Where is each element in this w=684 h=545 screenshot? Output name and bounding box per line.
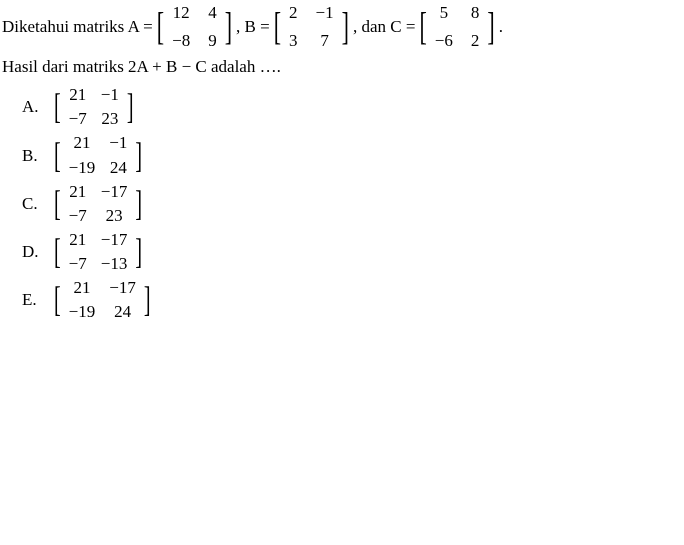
cell: −7 <box>69 253 87 275</box>
content: Diketahui matriks A = [ 12 4 −8 9 ] , B … <box>0 0 684 323</box>
cell: 24 <box>109 301 136 323</box>
option-matrix-cells: 21 −17 −19 24 <box>63 277 142 323</box>
cell: −19 <box>69 301 96 323</box>
left-bracket-icon: [ <box>272 1 283 52</box>
cell: −17 <box>101 229 128 251</box>
left-bracket-icon: [ <box>155 1 166 52</box>
option-row: E.[21 −17 −19 24] <box>22 277 682 323</box>
left-bracket-icon: [ <box>52 229 63 276</box>
option-matrix: [21 −1 −7 23] <box>52 84 136 130</box>
left-bracket-icon: [ <box>52 132 63 179</box>
left-bracket-icon: [ <box>52 180 63 227</box>
prompt-prefix: Diketahui matriks A = <box>2 16 153 38</box>
cell: 21 <box>69 277 96 299</box>
cell: 5 <box>435 2 453 24</box>
option-matrix-cells: 21 −17 −7 23 <box>63 181 134 227</box>
option-label: B. <box>22 145 50 167</box>
option-row: D.[21 −17 −7 −13] <box>22 229 682 275</box>
cell: −7 <box>69 108 87 130</box>
cell: 23 <box>101 205 128 227</box>
right-bracket-icon: ] <box>142 277 153 324</box>
right-bracket-icon: ] <box>223 1 234 52</box>
option-label: C. <box>22 193 50 215</box>
matrix-B-cells: 2 −1 3 7 <box>283 2 340 52</box>
cell: 21 <box>69 229 87 251</box>
option-matrix: [21 −17 −7 23] <box>52 181 144 227</box>
right-bracket-icon: ] <box>485 1 496 52</box>
left-bracket-icon: [ <box>52 84 63 131</box>
cell: −19 <box>69 157 96 179</box>
cell: 23 <box>101 108 119 130</box>
cell: −1 <box>109 132 127 154</box>
cell: 2 <box>471 30 480 52</box>
options-list: A.[21−1−723]B.[21−1−1924]C.[21−17−723]D.… <box>2 84 682 323</box>
page: Diketahui matriks A = [ 12 4 −8 9 ] , B … <box>0 0 684 545</box>
prompt-suffix: . <box>499 16 503 38</box>
cell: 24 <box>109 157 127 179</box>
cell: −7 <box>69 205 87 227</box>
cell: −8 <box>172 30 190 52</box>
matrix-C-cells: 5 8 −6 2 <box>429 2 486 52</box>
cell: 4 <box>208 2 217 24</box>
option-label: E. <box>22 289 50 311</box>
option-row: A.[21 −1 −7 23] <box>22 84 682 130</box>
cell: 2 <box>289 2 298 24</box>
matrix-A-cells: 12 4 −8 9 <box>166 2 223 52</box>
right-bracket-icon: ] <box>340 1 351 52</box>
cell: −6 <box>435 30 453 52</box>
question-line: Hasil dari matriks 2A + B − C adalah …. <box>2 56 682 78</box>
right-bracket-icon: ] <box>133 229 144 276</box>
right-bracket-icon: ] <box>133 132 144 179</box>
option-matrix: [21 −17 −7 −13] <box>52 229 144 275</box>
right-bracket-icon: ] <box>125 84 136 131</box>
option-label: A. <box>22 96 50 118</box>
matrix-A: [ 12 4 −8 9 ] <box>155 2 234 52</box>
cell: −1 <box>101 84 119 106</box>
option-row: C.[21 −17 −7 23] <box>22 181 682 227</box>
cell: 8 <box>471 2 480 24</box>
cell: −1 <box>316 2 334 24</box>
cell: 21 <box>69 132 96 154</box>
matrix-B: [ 2 −1 3 7 ] <box>272 2 351 52</box>
prompt-mid1: , B = <box>236 16 270 38</box>
option-matrix-cells: 21 −1 −19 24 <box>63 132 134 178</box>
left-bracket-icon: [ <box>52 277 63 324</box>
option-matrix-cells: 21 −1 −7 23 <box>63 84 125 130</box>
cell: −17 <box>109 277 136 299</box>
cell: 7 <box>316 30 334 52</box>
left-bracket-icon: [ <box>417 1 428 52</box>
cell: 3 <box>289 30 298 52</box>
matrix-C: [ 5 8 −6 2 ] <box>417 2 496 52</box>
cell: −17 <box>101 181 128 203</box>
cell: 9 <box>208 30 217 52</box>
cell: 12 <box>172 2 190 24</box>
prompt-line: Diketahui matriks A = [ 12 4 −8 9 ] , B … <box>2 0 682 52</box>
option-matrix-cells: 21 −17 −7 −13 <box>63 229 134 275</box>
prompt-mid2: , dan C = <box>353 16 415 38</box>
option-row: B.[21 −1 −19 24] <box>22 132 682 178</box>
cell: 21 <box>69 181 87 203</box>
cell: 21 <box>69 84 87 106</box>
right-bracket-icon: ] <box>133 180 144 227</box>
cell: −13 <box>101 253 128 275</box>
option-label: D. <box>22 241 50 263</box>
option-matrix: [21 −17 −19 24] <box>52 277 153 323</box>
option-matrix: [21 −1 −19 24] <box>52 132 144 178</box>
